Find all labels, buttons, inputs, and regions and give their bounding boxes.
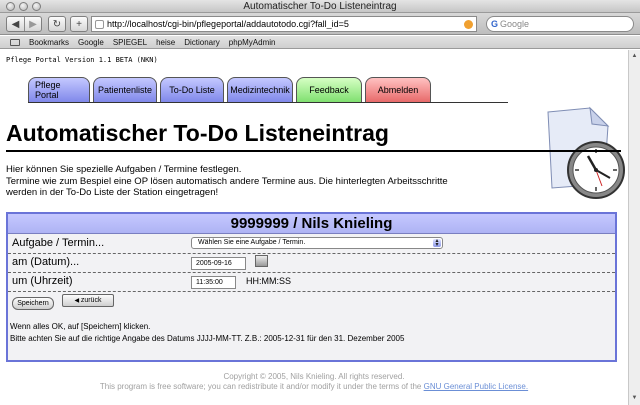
tab-patientenliste[interactable]: Patientenliste <box>93 77 157 102</box>
tab-abmelden[interactable]: Abmelden <box>365 77 431 102</box>
date-format-hint: Bitte achten Sie auf die richtige Angabe… <box>10 334 405 343</box>
bookmarks-book-icon[interactable] <box>10 38 20 46</box>
date-row: am (Datum)... 2005-09-16 <box>8 254 615 273</box>
scroll-up-icon[interactable]: ▲ <box>630 52 639 61</box>
main-nav: Pflege Portal Patientenliste To-Do Liste… <box>28 77 431 102</box>
add-icon: + <box>76 18 82 30</box>
bookmark-item[interactable]: Dictionary <box>184 38 220 47</box>
bookmark-item[interactable]: Bookmarks <box>29 38 69 47</box>
forward-arrow-icon[interactable]: ▶ <box>25 19 41 30</box>
save-hint: Wenn alles OK, auf [Speichern] klicken. <box>10 322 151 331</box>
vertical-scrollbar[interactable]: ▲ ▼ <box>628 50 640 405</box>
save-button[interactable]: Speichern <box>12 297 54 310</box>
page-viewport: Pflege Portal Version 1.1 BETA (NKN) Pfl… <box>0 50 628 405</box>
tab-pflege-portal[interactable]: Pflege Portal <box>28 77 90 102</box>
copyright-text: Copyright © 2005, Nils Knieling. All rig… <box>223 372 405 381</box>
gpl-link[interactable]: GNU General Public License. <box>424 382 529 391</box>
scroll-down-icon[interactable]: ▼ <box>630 394 639 403</box>
bookmarks-bar: Bookmarks Google SPIEGEL heise Dictionar… <box>0 36 640 49</box>
tab-divider <box>28 102 508 103</box>
reload-icon: ↻ <box>52 18 62 30</box>
patient-header: 9999999 / Nils Knieling <box>8 214 615 234</box>
search-icon: G <box>491 19 499 29</box>
window-title: Automatischer To-Do Listeneintrag <box>243 1 397 12</box>
todo-form: 9999999 / Nils Knieling Aufgabe / Termin… <box>6 212 617 362</box>
date-label: am (Datum)... <box>12 256 80 268</box>
version-text: Pflege Portal Version 1.1 BETA (NKN) <box>6 56 158 64</box>
intro-line: Termine wie zum Bespiel eine OP lösen au… <box>6 175 448 187</box>
bookmark-item[interactable]: SPIEGEL <box>113 38 147 47</box>
back-button-label: zurück <box>80 297 102 304</box>
bookmark-item[interactable]: heise <box>156 38 175 47</box>
task-select[interactable]: Wählen Sie eine Aufgabe / Termin. ▴ ▾ <box>191 237 443 249</box>
calendar-icon[interactable] <box>255 255 268 267</box>
tab-todo-liste[interactable]: To-Do Liste <box>160 77 224 102</box>
task-select-value: Wählen Sie eine Aufgabe / Termin. <box>198 239 306 246</box>
intro-line: Hier können Sie spezielle Aufgaben / Ter… <box>6 164 242 175</box>
rss-icon[interactable] <box>464 19 473 29</box>
window-titlebar: Automatischer To-Do Listeneintrag <box>0 0 640 13</box>
add-bookmark-button[interactable]: + <box>70 16 88 32</box>
time-format-hint: HH:MM:SS <box>246 276 291 286</box>
page-title: Automatischer To-Do Listeneintrag <box>6 120 389 146</box>
date-input[interactable]: 2005-09-16 <box>191 257 246 270</box>
search-placeholder[interactable]: Google <box>500 19 529 29</box>
url-text[interactable]: http://localhost/cgi-bin/pflegeportal/ad… <box>107 19 461 29</box>
task-label: Aufgabe / Termin... <box>12 237 105 249</box>
time-label: um (Uhrzeit) <box>12 275 73 287</box>
address-bar[interactable]: http://localhost/cgi-bin/pflegeportal/ad… <box>91 16 477 32</box>
reload-button[interactable]: ↻ <box>48 16 66 32</box>
time-row: um (Uhrzeit) 11:35:00 HH:MM:SS <box>8 273 615 292</box>
back-button[interactable]: ◀ zurück <box>62 294 114 307</box>
back-arrow-icon[interactable]: ◀ <box>7 19 24 30</box>
bookmark-item[interactable]: Google <box>78 38 104 47</box>
search-field[interactable]: G Google <box>486 16 634 32</box>
tab-medizintechnik[interactable]: Medizintechnik <box>227 77 293 102</box>
task-row: Aufgabe / Termin... Wählen Sie eine Aufg… <box>8 235 615 254</box>
select-arrows-icon: ▴ ▾ <box>433 238 441 248</box>
tab-feedback[interactable]: Feedback <box>296 77 362 102</box>
intro-text: Hier können Sie spezielle Aufgaben / Ter… <box>6 164 448 199</box>
title-divider <box>6 150 621 152</box>
site-icon <box>95 19 104 29</box>
time-input[interactable]: 11:35:00 <box>191 276 236 289</box>
intro-line: werden in der To-Do Liste der Station ei… <box>6 187 219 198</box>
license-line: This program is free software; you can r… <box>0 382 628 391</box>
clock-icon <box>538 106 626 205</box>
browser-toolbar: ◀ ▶ ↻ + http://localhost/cgi-bin/pflegep… <box>0 13 640 35</box>
bookmark-item[interactable]: phpMyAdmin <box>229 38 276 47</box>
back-forward-group: ◀ ▶ <box>6 16 42 32</box>
license-text: This program is free software; you can r… <box>99 382 422 391</box>
